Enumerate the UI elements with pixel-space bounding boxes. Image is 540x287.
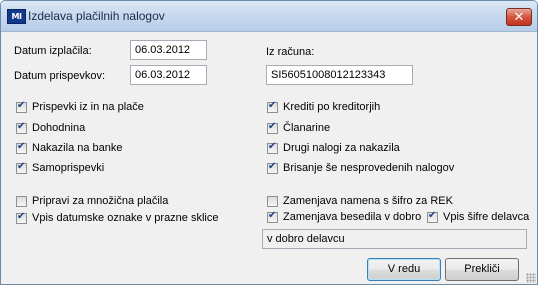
- checkbox-box[interactable]: [267, 141, 278, 154]
- checkbox-label: Dohodnina: [32, 122, 86, 134]
- checkbox-label: Nakazila na banke: [32, 142, 123, 154]
- checkbox-label: Samoprispevki: [32, 162, 105, 174]
- replacement-text-field[interactable]: v dobro delavcu: [262, 229, 527, 249]
- checkbox-box[interactable]: [16, 100, 27, 113]
- checkbox-prispevki[interactable]: Prispevki iz in na plače: [16, 99, 144, 115]
- dialog-content: Datum izplačila: 06.03.2012 Datum prispe…: [7, 32, 531, 281]
- checkbox-label: Krediti po kreditorjih: [283, 101, 381, 113]
- checkbox-box[interactable]: [267, 100, 278, 113]
- checkbox-box[interactable]: [427, 210, 438, 223]
- close-button[interactable]: ✕: [506, 8, 532, 26]
- checkbox-box[interactable]: [267, 195, 278, 207]
- checkbox-besedilo-v-dobro[interactable]: Zamenjava besedila v dobro: [267, 209, 421, 225]
- resize-grip[interactable]: [526, 273, 536, 283]
- checkbox-datumske-oznake[interactable]: Vpis datumske oznake v prazne sklice: [16, 210, 218, 226]
- checkbox-mnozicna-placila[interactable]: Pripravi za množična plačila: [16, 193, 168, 209]
- checkbox-label: Prispevki iz in na plače: [32, 101, 144, 113]
- checkbox-label: Vpis datumske oznake v prazne sklice: [32, 212, 219, 224]
- cancel-button[interactable]: Prekliči: [445, 258, 519, 281]
- checkbox-box[interactable]: [16, 121, 27, 134]
- checkbox-clanarine[interactable]: Članarine: [267, 120, 330, 136]
- checkbox-drugi-nalogi[interactable]: Drugi nalogi za nakazila: [267, 140, 400, 156]
- checkbox-label: Zamenjava namena s šifro za REK: [283, 195, 453, 207]
- iz-racuna-label: Iz računa:: [266, 46, 315, 58]
- checkbox-box[interactable]: [267, 121, 278, 134]
- checkbox-box[interactable]: [267, 210, 278, 223]
- iz-racuna-field[interactable]: SI56051008012123343: [266, 65, 413, 85]
- checkbox-box[interactable]: [16, 211, 27, 224]
- datum-izplacila-field[interactable]: 06.03.2012: [130, 40, 207, 60]
- checkbox-brisanje[interactable]: Brisanje še nesprovedenih nalogov: [267, 160, 454, 176]
- window-title: Izdelava plačilnih nalogov: [28, 9, 165, 23]
- ok-button[interactable]: V redu: [367, 258, 441, 281]
- app-logo-icon: MI: [7, 9, 26, 24]
- checkbox-box[interactable]: [16, 161, 27, 174]
- checkbox-krediti[interactable]: Krediti po kreditorjih: [267, 99, 380, 115]
- checkbox-label: Brisanje še nesprovedenih nalogov: [283, 162, 455, 174]
- checkbox-label: Članarine: [283, 122, 331, 134]
- checkbox-box[interactable]: [16, 141, 27, 154]
- title-bar[interactable]: MI Izdelava plačilnih nalogov ✕: [1, 1, 537, 32]
- dialog-window: MI Izdelava plačilnih nalogov ✕ Datum iz…: [0, 0, 538, 285]
- checkbox-label: Pripravi za množična plačila: [32, 195, 169, 207]
- checkbox-label: Vpis šifre delavca: [443, 211, 530, 223]
- checkbox-nakazila-banke[interactable]: Nakazila na banke: [16, 140, 123, 156]
- checkbox-sifra-delavca[interactable]: Vpis šifre delavca: [427, 209, 529, 225]
- checkbox-samoprispevki[interactable]: Samoprispevki: [16, 160, 104, 176]
- checkbox-dohodnina[interactable]: Dohodnina: [16, 120, 85, 136]
- checkbox-label: Drugi nalogi za nakazila: [283, 142, 400, 154]
- datum-prispevkov-label: Datum prispevkov:: [14, 70, 106, 82]
- datum-prispevkov-field[interactable]: 06.03.2012: [130, 65, 207, 85]
- checkbox-namen-rek[interactable]: Zamenjava namena s šifro za REK: [267, 193, 453, 209]
- datum-izplacila-label: Datum izplačila:: [14, 45, 92, 57]
- checkbox-box[interactable]: [267, 161, 278, 174]
- checkbox-box[interactable]: [16, 195, 27, 207]
- checkbox-label: Zamenjava besedila v dobro: [283, 211, 422, 223]
